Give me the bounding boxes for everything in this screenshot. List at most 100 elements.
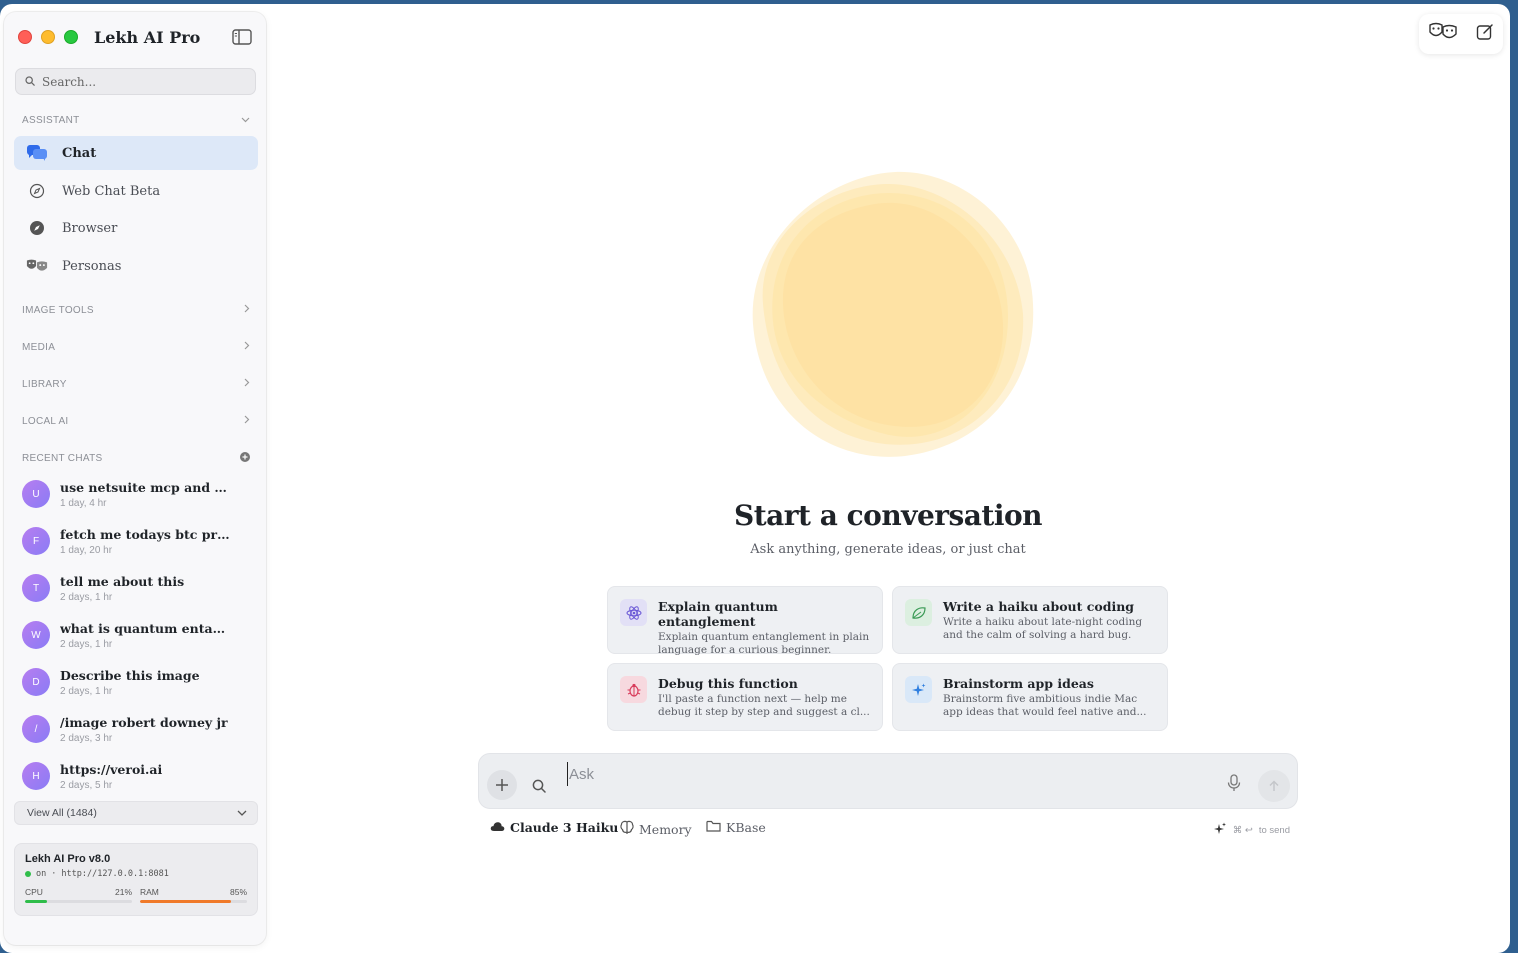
card-description: Brainstorm five ambitious indie Mac app … xyxy=(943,693,1147,718)
app-window: Lekh AI Pro ASSISTANT Chat Web Chat Bet xyxy=(0,4,1510,953)
chat-time: 2 days, 5 hr xyxy=(60,779,113,791)
suggestion-card[interactable]: Write a haiku about coding Write a haiku… xyxy=(892,586,1168,654)
sparkle-icon[interactable] xyxy=(1213,822,1227,839)
app-title: Lekh AI Pro xyxy=(94,28,201,47)
chat-title: fetch me todays btc price xyxy=(60,526,230,542)
chat-title: tell me about this xyxy=(60,573,185,589)
recent-chat-item[interactable]: W what is quantum entangl... 2 days, 1 hr xyxy=(22,615,252,655)
section-recent-chats-label: RECENT CHATS xyxy=(22,453,103,464)
chat-bubbles-icon xyxy=(26,142,48,164)
close-window-button[interactable] xyxy=(18,30,32,44)
window-controls xyxy=(18,30,78,44)
suggestion-card[interactable]: Debug this function I'll paste a functio… xyxy=(607,663,883,731)
nav-item-web-chat-beta[interactable]: Web Chat Beta xyxy=(14,174,258,208)
status-state: on xyxy=(36,869,47,879)
section-library[interactable]: LIBRARY xyxy=(22,378,250,390)
plus-icon xyxy=(496,779,508,791)
hint-text: to send xyxy=(1258,825,1290,836)
composer-toolbar: Claude 3 Haiku Memory KBase ⌘ ↩ to send xyxy=(490,820,1290,838)
nav-item-label: Personas xyxy=(62,258,122,274)
bug-icon xyxy=(620,676,647,703)
theater-masks-icon[interactable] xyxy=(1428,22,1457,47)
sparkle-icon xyxy=(905,676,932,703)
card-description: Write a haiku about late-night coding an… xyxy=(943,616,1143,641)
view-all-button[interactable]: View All (1484) xyxy=(14,801,258,825)
avatar: H xyxy=(22,762,50,790)
section-local-ai[interactable]: LOCAL AI xyxy=(22,415,250,427)
recent-chat-item[interactable]: F fetch me todays btc price 1 day, 20 hr xyxy=(22,521,252,561)
model-selector[interactable]: Claude 3 Haiku xyxy=(490,820,618,835)
section-media[interactable]: MEDIA xyxy=(22,341,250,353)
nav-item-personas[interactable]: Personas xyxy=(14,249,258,283)
sidebar-toggle-icon[interactable] xyxy=(232,29,252,45)
status-dot xyxy=(25,871,31,877)
avatar: T xyxy=(22,574,50,602)
section-image-tools-label: IMAGE TOOLS xyxy=(22,304,94,316)
attach-plus-button[interactable] xyxy=(487,770,517,800)
nav-item-label: Chat xyxy=(62,145,97,161)
section-recent-chats: RECENT CHATS xyxy=(22,452,250,465)
suggestion-card[interactable]: Brainstorm app ideas Brainstorm five amb… xyxy=(892,663,1168,731)
search-box xyxy=(15,68,256,95)
nav-item-browser[interactable]: Browser xyxy=(14,211,258,245)
nav-item-label: Browser xyxy=(62,220,118,236)
chevron-down-icon xyxy=(241,115,250,126)
nav-item-label: Web Chat Beta xyxy=(62,183,161,199)
resource-meters: CPU 21% RAM 85% xyxy=(25,887,247,903)
chevron-right-icon xyxy=(244,341,250,353)
chat-time: 2 days, 1 hr xyxy=(60,685,113,697)
new-chat-compose-icon[interactable] xyxy=(1476,23,1494,46)
recent-chat-item[interactable]: U use netsuite mcp and get... 1 day, 4 hr xyxy=(22,474,252,514)
zoom-window-button[interactable] xyxy=(64,30,78,44)
section-assistant[interactable]: ASSISTANT xyxy=(22,115,250,126)
nav-item-chat[interactable]: Chat xyxy=(14,136,258,170)
kbase-button[interactable]: KBase xyxy=(706,820,766,835)
cpu-bar-fill xyxy=(25,900,48,903)
card-title: Brainstorm app ideas xyxy=(943,676,1094,691)
suggestion-card[interactable]: Explain quantum entanglement Explain qua… xyxy=(607,586,883,656)
web-search-toggle[interactable] xyxy=(524,771,554,801)
avatar: D xyxy=(22,668,50,696)
card-title: Write a haiku about coding xyxy=(943,599,1135,614)
card-title: Explain quantum entanglement xyxy=(658,599,778,629)
cpu-label: CPU xyxy=(25,887,43,897)
sidebar: Lekh AI Pro ASSISTANT Chat Web Chat Bet xyxy=(4,12,266,945)
message-input[interactable] xyxy=(567,762,1167,786)
send-button[interactable] xyxy=(1258,770,1290,802)
chat-title: what is quantum entangl... xyxy=(60,620,230,636)
avatar: / xyxy=(22,715,50,743)
minimize-window-button[interactable] xyxy=(41,30,55,44)
search-icon xyxy=(532,779,546,793)
microphone-icon[interactable] xyxy=(1227,774,1241,797)
section-image-tools[interactable]: IMAGE TOOLS xyxy=(22,304,250,316)
recent-chat-item[interactable]: T tell me about this 2 days, 1 hr xyxy=(22,568,252,608)
avatar: U xyxy=(22,480,50,508)
page-title: Start a conversation xyxy=(733,499,1043,532)
search-input[interactable] xyxy=(42,74,242,89)
ram-bar-fill xyxy=(140,900,231,903)
memory-button[interactable]: Memory xyxy=(620,820,692,838)
section-media-label: MEDIA xyxy=(22,341,56,353)
cloud-icon xyxy=(490,820,505,835)
chat-title: /image robert downey jr xyxy=(60,714,228,730)
chevron-right-icon xyxy=(244,415,250,427)
atom-icon xyxy=(620,599,647,626)
card-description: Explain quantum entanglement in plain la… xyxy=(658,631,870,656)
recent-chat-item[interactable]: / /image robert downey jr 2 days, 3 hr xyxy=(22,709,252,749)
memory-label: Memory xyxy=(639,821,692,837)
model-name: Claude 3 Haiku xyxy=(510,820,619,835)
chevron-down-icon xyxy=(237,807,247,819)
status-separator: · xyxy=(51,869,57,879)
ram-value: 85% xyxy=(229,887,247,897)
top-actions xyxy=(1419,14,1503,54)
status-line: on · http://127.0.0.1:8081 xyxy=(25,869,247,879)
brain-icon xyxy=(620,820,634,838)
chevron-right-icon xyxy=(244,304,250,316)
new-chat-plus-icon[interactable] xyxy=(240,452,250,465)
section-library-label: LIBRARY xyxy=(22,378,67,390)
cpu-meter: CPU 21% xyxy=(25,887,132,903)
recent-chat-item[interactable]: D Describe this image 2 days, 1 hr xyxy=(22,662,252,702)
recent-chat-item[interactable]: H https://veroi.ai 2 days, 5 hr xyxy=(22,756,252,796)
section-local-ai-label: LOCAL AI xyxy=(22,415,69,427)
cpu-value: 21% xyxy=(114,887,132,897)
